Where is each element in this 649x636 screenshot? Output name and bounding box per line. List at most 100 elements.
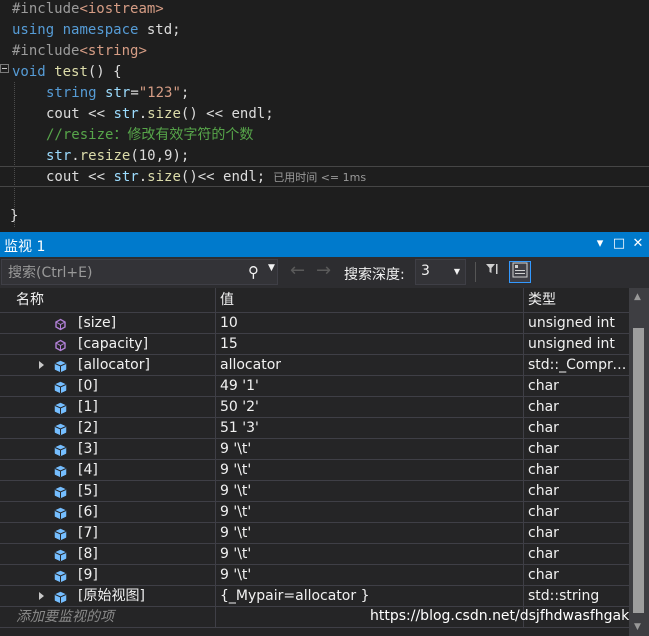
watch-item-value[interactable]: 49 '1' <box>216 376 524 396</box>
field-icon <box>54 359 67 373</box>
code-line-4: void test() { <box>12 64 122 80</box>
column-header-name[interactable]: 名称 <box>0 288 216 312</box>
watch-row[interactable]: [size] 10 unsigned int <box>0 313 629 334</box>
field-icon <box>54 527 67 541</box>
watch-item-value[interactable]: 9 '\t' <box>216 523 524 543</box>
code-line-10: } <box>10 208 19 224</box>
search-depth-label: 搜索深度: <box>344 267 405 283</box>
watch-item-value[interactable]: 9 '\t' <box>216 460 524 480</box>
property-icon <box>54 338 67 352</box>
watch-item-value[interactable]: 9 '\t' <box>216 565 524 585</box>
search-options-dropdown-icon[interactable]: ▼ <box>268 263 275 273</box>
watch-item-type: char <box>528 483 559 499</box>
watch-item-value[interactable]: 9 '\t' <box>216 481 524 501</box>
watch-item-value[interactable]: 9 '\t' <box>216 439 524 459</box>
watch-item-type: char <box>528 378 559 394</box>
hex-display-toggle-icon[interactable] <box>509 261 531 283</box>
watch-item-value[interactable]: 15 <box>216 334 524 354</box>
watch-row[interactable]: [1] 50 '2' char <box>0 397 629 418</box>
watch-item-value[interactable]: 50 '2' <box>216 397 524 417</box>
watch-item-type: char <box>528 525 559 541</box>
maximize-icon[interactable]: □ <box>612 235 626 253</box>
watch-row[interactable]: [6] 9 '\t' char <box>0 502 629 523</box>
field-icon <box>54 401 67 415</box>
watch-row[interactable]: [4] 9 '\t' char <box>0 460 629 481</box>
watch-item-name: [4] <box>78 462 98 478</box>
watch-item-name: [allocator] <box>78 357 150 373</box>
watch-row-name-cell: [allocator] <box>0 355 216 375</box>
watch-row[interactable]: [9] 9 '\t' char <box>0 565 629 586</box>
expand-arrow-icon[interactable] <box>39 592 44 600</box>
watch-row-name-cell: [size] <box>0 313 216 333</box>
watch-item-name: [2] <box>78 420 98 436</box>
field-icon <box>54 464 67 478</box>
scroll-up-icon[interactable]: ▲ <box>634 292 641 302</box>
watch-row-name-cell: [6] <box>0 502 216 522</box>
search-input[interactable] <box>6 262 240 284</box>
watch-row-name-cell: [1] <box>0 397 216 417</box>
watch-item-value[interactable]: allocator <box>216 355 524 375</box>
code-line-7: //resize：修改有效字符的个数 <box>46 127 254 143</box>
code-editor[interactable]: #include<iostream> using namespace std; … <box>0 0 649 232</box>
watch-row-name-cell: [8] <box>0 544 216 564</box>
collapse-toggle-icon[interactable] <box>0 64 9 73</box>
watch-window-title: 监视 1 <box>4 239 46 255</box>
watch-item-value[interactable]: 9 '\t' <box>216 502 524 522</box>
watch-item-type: char <box>528 441 559 457</box>
search-icon[interactable]: ⚲ <box>248 263 259 281</box>
field-icon <box>54 443 67 457</box>
watch-toolbar: ⚲ ▼ ← → 搜索深度: 3 ▼ <box>0 257 649 288</box>
expand-arrow-icon[interactable] <box>39 361 44 369</box>
field-icon <box>54 569 67 583</box>
chevron-down-icon: ▼ <box>453 267 460 276</box>
watch-row[interactable]: [8] 9 '\t' char <box>0 544 629 565</box>
watch-item-name: [capacity] <box>78 336 149 352</box>
watch-row[interactable]: [3] 9 '\t' char <box>0 439 629 460</box>
watch-row[interactable]: [capacity] 15 unsigned int <box>0 334 629 355</box>
column-header-value[interactable]: 值 <box>216 288 524 312</box>
watch-row-name-cell: [0] <box>0 376 216 396</box>
watch-item-value[interactable]: 51 '3' <box>216 418 524 438</box>
scroll-down-icon[interactable]: ▼ <box>634 622 641 632</box>
watch-item-name: [3] <box>78 441 98 457</box>
search-previous-icon[interactable]: ← <box>290 260 305 281</box>
watch-item-type: char <box>528 504 559 520</box>
field-icon <box>54 422 67 436</box>
watch-row-name-cell: [3] <box>0 439 216 459</box>
watch-item-type: char <box>528 567 559 583</box>
field-icon <box>54 506 67 520</box>
code-line-3: #include<string> <box>12 43 147 59</box>
add-watch-item-placeholder[interactable]: 添加要监视的项 <box>0 607 216 627</box>
watch-row[interactable]: [2] 51 '3' char <box>0 418 629 439</box>
search-depth-select[interactable]: 3 ▼ <box>415 259 466 285</box>
code-line-8: str.resize(10,9); <box>46 148 190 164</box>
watch-item-value[interactable]: 10 <box>216 313 524 333</box>
watch-row-name-cell: [4] <box>0 460 216 480</box>
watermark-url: https://blog.csdn.net/dsjfhdwasfhgakjs <box>370 608 641 624</box>
close-icon[interactable]: ✕ <box>631 235 645 253</box>
code-line-6: cout << str.size() << endl; <box>46 106 274 122</box>
pin-filter-icon[interactable] <box>481 261 503 283</box>
watch-window-titlebar[interactable]: 监视 1 ▾ □ ✕ <box>0 232 649 257</box>
watch-row[interactable]: [5] 9 '\t' char <box>0 481 629 502</box>
window-menu-dropdown-icon[interactable]: ▾ <box>593 235 607 253</box>
watch-row[interactable]: [7] 9 '\t' char <box>0 523 629 544</box>
code-line-9-current: cout << str.size()<< endl; 已用时间 <= 1ms <box>0 166 649 187</box>
scrollbar-thumb[interactable] <box>633 328 644 613</box>
field-icon <box>54 590 67 604</box>
watch-item-type: unsigned int <box>528 336 615 352</box>
watch-row[interactable]: [原始视图] {_Mypair=allocator } std::string <box>0 586 629 607</box>
code-line-1: #include<iostream> <box>12 1 164 17</box>
watch-item-name: [8] <box>78 546 98 562</box>
watch-row[interactable]: [allocator] allocator std::_Compre… <box>0 355 629 376</box>
search-next-icon[interactable]: → <box>316 260 331 281</box>
watch-item-type: char <box>528 420 559 436</box>
vertical-scrollbar[interactable]: ▲ ▼ <box>629 288 649 636</box>
watch-row[interactable]: [0] 49 '1' char <box>0 376 629 397</box>
watch-item-name: [9] <box>78 567 98 583</box>
watch-item-value[interactable]: 9 '\t' <box>216 544 524 564</box>
search-box[interactable]: ⚲ ▼ <box>1 259 278 285</box>
column-header-type[interactable]: 类型 <box>524 288 629 312</box>
watch-item-value[interactable]: {_Mypair=allocator } <box>216 586 524 606</box>
watch-row-name-cell: [7] <box>0 523 216 543</box>
